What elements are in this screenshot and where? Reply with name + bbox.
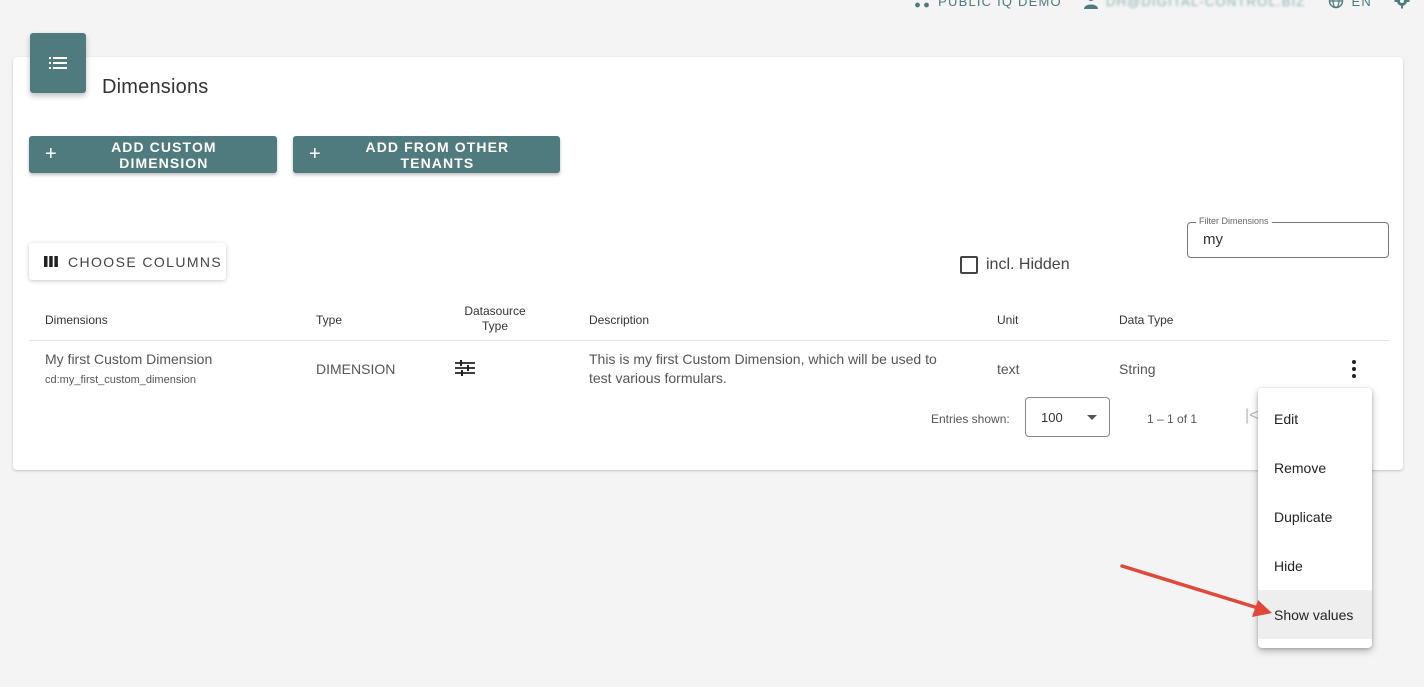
tenant-name: PUBLIC IQ DEMO <box>938 0 1062 9</box>
dimension-description-line2: test various formulars. <box>589 370 727 386</box>
add-from-other-tenants-button[interactable]: + ADD FROM OTHER TENANTS <box>293 136 560 173</box>
entries-shown-select[interactable]: 100 <box>1025 397 1110 437</box>
column-header-data-type[interactable]: Data Type <box>1119 313 1173 327</box>
filter-dimensions-field[interactable]: Filter Dimensions <box>1187 216 1389 258</box>
page-range: 1 – 1 of 1 <box>1147 412 1198 426</box>
entries-shown-value: 100 <box>1041 409 1063 425</box>
column-header-datasource-type[interactable]: Datasource Type <box>455 304 535 334</box>
globe-icon <box>1328 0 1343 9</box>
dimension-name: My first Custom Dimension <box>45 351 213 367</box>
menu-item-hide[interactable]: Hide <box>1258 541 1372 590</box>
first-page-icon[interactable]: |< <box>1245 407 1259 425</box>
dimension-data-type: String <box>1119 361 1156 377</box>
columns-icon <box>44 256 58 267</box>
list-icon-badge <box>30 33 86 93</box>
incl-hidden-toggle[interactable]: incl. Hidden <box>960 256 1070 274</box>
menu-item-edit[interactable]: Edit <box>1258 394 1372 443</box>
dropdown-caret-icon <box>1087 414 1097 420</box>
tenant-icon <box>915 2 930 8</box>
choose-columns-label: CHOOSE COLUMNS <box>68 253 223 270</box>
filter-dimensions-label: Filter Dimensions <box>1196 216 1272 226</box>
choose-columns-button[interactable]: CHOOSE COLUMNS <box>29 243 226 280</box>
column-header-type[interactable]: Type <box>316 313 342 327</box>
add-custom-dimension-label: ADD CUSTOM DIMENSION <box>111 138 217 171</box>
language-code: EN <box>1351 0 1372 9</box>
gear-icon <box>1394 0 1410 9</box>
dimension-unit: text <box>997 361 1020 377</box>
filter-dimensions-input[interactable] <box>1203 231 1373 248</box>
column-header-description[interactable]: Description <box>589 313 649 327</box>
person-icon <box>1083 0 1098 9</box>
column-header-datasource-type-line2: Type <box>481 319 508 333</box>
tune-icon <box>455 360 475 379</box>
incl-hidden-label: incl. Hidden <box>986 256 1070 273</box>
column-header-dimensions[interactable]: Dimensions <box>45 313 108 327</box>
entries-shown-label: Entries shown: <box>931 412 1010 426</box>
row-context-menu: Edit Remove Duplicate Hide Show values <box>1258 388 1372 648</box>
plus-icon: + <box>45 142 58 165</box>
column-header-datasource-type-line1: Datasource <box>464 304 526 318</box>
page-title: Dimensions <box>102 76 209 98</box>
user-email: DH@DIGITAL-CONTROL.BIZ <box>1105 0 1306 9</box>
user-menu[interactable]: DH@DIGITAL-CONTROL.BIZ <box>1083 0 1306 9</box>
tenant-selector[interactable]: PUBLIC IQ DEMO <box>914 0 1062 9</box>
menu-item-show-values[interactable]: Show values <box>1258 590 1372 639</box>
column-header-unit[interactable]: Unit <box>997 313 1018 327</box>
menu-item-remove[interactable]: Remove <box>1258 443 1372 492</box>
row-actions-kebab-icon[interactable] <box>1345 358 1363 380</box>
add-from-other-tenants-label: ADD FROM OTHER TENANTS <box>365 138 510 171</box>
plus-icon: + <box>309 142 322 165</box>
menu-item-duplicate[interactable]: Duplicate <box>1258 492 1372 541</box>
dimension-key: cd:my_first_custom_dimension <box>45 374 197 386</box>
dimension-type: DIMENSION <box>316 361 396 377</box>
list-icon <box>49 57 67 69</box>
add-custom-dimension-button[interactable]: + ADD CUSTOM DIMENSION <box>29 136 277 173</box>
table-header-divider <box>29 340 1389 341</box>
dimension-description-line1: This is my first Custom Dimension, which… <box>589 351 937 367</box>
language-selector[interactable]: EN <box>1328 0 1372 9</box>
settings-button[interactable] <box>1394 0 1410 9</box>
top-bar: PUBLIC IQ DEMO DH@DIGITAL-CONTROL.BIZ EN <box>914 0 1410 11</box>
incl-hidden-checkbox[interactable] <box>960 256 978 274</box>
